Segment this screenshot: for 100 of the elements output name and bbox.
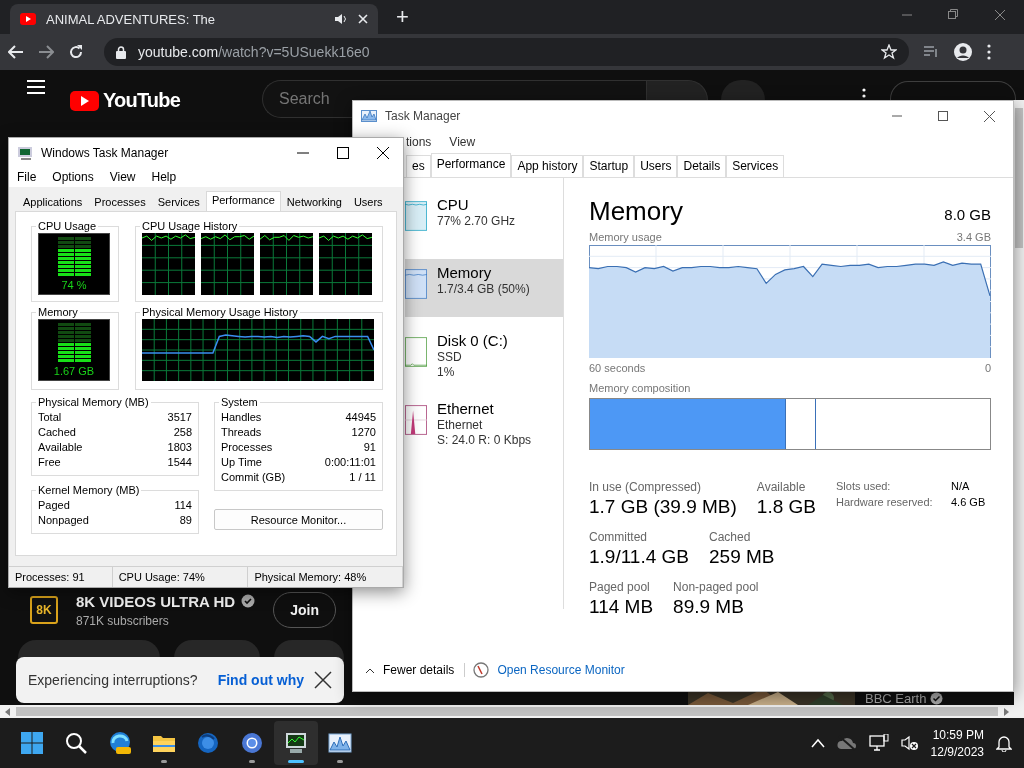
tab[interactable]: Performance: [430, 153, 512, 177]
group-title: Physical Memory Usage History: [141, 306, 299, 319]
scroll-right-icon[interactable]: [1002, 707, 1010, 716]
gauge-icon: [473, 662, 490, 678]
menu-icon[interactable]: [27, 80, 45, 94]
speaker-icon[interactable]: [334, 13, 348, 25]
stat-label: Cached: [709, 530, 752, 544]
tab[interactable]: Networking: [280, 193, 348, 211]
channel-avatar[interactable]: 8K: [30, 596, 58, 624]
more-menu-icon[interactable]: [987, 44, 991, 60]
resource-monitor-button[interactable]: Resource Monitor...: [214, 509, 383, 530]
stat-value: 91: [363, 440, 376, 453]
toast-message: Experiencing interruptions?: [28, 672, 198, 688]
horizontal-scrollbar[interactable]: [0, 705, 1024, 718]
resource-title: CPU: [437, 196, 470, 213]
tab[interactable]: Processes: [88, 193, 152, 211]
more-menu-icon[interactable]: [862, 88, 866, 100]
globe-icon[interactable]: [196, 731, 220, 755]
tab[interactable]: es: [406, 155, 431, 177]
windows-start-icon[interactable]: [20, 731, 44, 755]
scroll-left-icon[interactable]: [4, 707, 12, 716]
menu-item[interactable]: Help: [149, 170, 179, 184]
time-axis-label: 0: [984, 362, 991, 374]
resource-list-item[interactable]: Disk 0 (C:) SSD 1%: [405, 327, 563, 385]
clock-date[interactable]: 12/9/2023: [930, 744, 984, 759]
maximize-icon[interactable]: [337, 146, 349, 159]
browser-icon[interactable]: [108, 731, 132, 755]
fewer-details-button[interactable]: Fewer details: [365, 663, 466, 677]
back-arrow-icon[interactable]: [8, 45, 24, 59]
vertical-scrollbar[interactable]: [1014, 100, 1024, 705]
stat-label: Cached: [38, 425, 76, 438]
chevron-up-icon[interactable]: [810, 738, 825, 748]
status-text: CPU Usage: 74%: [112, 567, 249, 587]
group-title: CPU Usage History: [141, 220, 239, 233]
graph-window-icon[interactable]: [328, 731, 352, 755]
address-bar[interactable]: youtube.com/watch?v=5USuekk16e0: [104, 38, 909, 66]
youtube-favicon-icon: [20, 13, 36, 25]
tab[interactable]: Users: [347, 193, 389, 211]
cloud-off-icon[interactable]: [836, 735, 857, 751]
network-computer-icon[interactable]: [868, 734, 889, 752]
tab[interactable]: Startup: [583, 155, 635, 177]
tab[interactable]: Details: [677, 155, 727, 177]
stat-value: 1.8 GB: [756, 496, 816, 518]
close-button[interactable]: [314, 671, 332, 689]
close-icon[interactable]: [377, 146, 389, 159]
resource-list-item[interactable]: CPU 77% 2.70 GHz: [405, 191, 563, 249]
resource-list-item[interactable]: Memory 1.7/3.4 GB (50%): [405, 259, 563, 317]
new-tab-button[interactable]: +: [392, 4, 413, 30]
star-icon[interactable]: [881, 44, 897, 60]
tab[interactable]: Services: [151, 193, 206, 211]
tab[interactable]: Performance: [205, 191, 281, 211]
search-icon[interactable]: [64, 731, 88, 755]
channel-name[interactable]: 8K VIDEOS ULTRA HD: [76, 592, 236, 610]
window-title: Windows Task Manager: [41, 145, 170, 160]
stat-label: Available: [38, 440, 83, 453]
channel-name[interactable]: BBC Earth: [865, 691, 927, 705]
tab[interactable]: Services: [726, 155, 785, 177]
media-queue-icon[interactable]: [923, 45, 939, 59]
speaker-muted-icon[interactable]: [900, 735, 919, 751]
window-title: Task Manager: [385, 109, 462, 123]
search-field[interactable]: Search: [262, 80, 353, 118]
stat-label: Threads: [221, 425, 262, 438]
stat-label: Total: [38, 410, 62, 423]
menu-item[interactable]: tions: [406, 135, 432, 149]
forward-arrow-icon[interactable]: [38, 45, 54, 59]
bell-icon[interactable]: [996, 734, 1012, 752]
tab[interactable]: Applications: [17, 193, 89, 211]
browser-tab[interactable]: ANIMAL ADVENTURES: The: [10, 4, 378, 34]
youtube-logo[interactable]: YouTube: [103, 89, 180, 112]
monitor-graph-icon[interactable]: [284, 731, 308, 755]
stat-value: 114: [174, 498, 192, 511]
reload-icon[interactable]: [68, 44, 84, 60]
profile-icon[interactable]: [953, 42, 973, 62]
restore-icon[interactable]: [948, 9, 958, 21]
stat-value: 1.9/11.4 GB: [589, 546, 689, 568]
resource-detail: 1.7/3.4 GB (50%): [437, 282, 530, 296]
resource-title: Memory: [437, 264, 493, 281]
stat-label: Available: [756, 480, 807, 494]
menu-item[interactable]: Options: [50, 170, 96, 184]
stat-value: 44945: [345, 410, 376, 423]
tab[interactable]: App history: [511, 155, 584, 177]
open-resource-monitor-link[interactable]: Open Resource Monitor: [497, 663, 625, 677]
stat-value: 1803: [167, 440, 192, 453]
menu-item[interactable]: View: [107, 170, 138, 184]
close-icon[interactable]: [984, 110, 995, 122]
group-title: CPU Usage: [37, 220, 98, 233]
meter-reading: 74 %: [61, 279, 87, 292]
tab[interactable]: Users: [634, 155, 678, 177]
resource-list-item[interactable]: Ethernet Ethernet S: 24.0 R: 0 Kbps: [405, 395, 563, 453]
join-button[interactable]: Join: [273, 592, 336, 628]
stat-value: 3517: [167, 410, 192, 423]
find-out-why-link[interactable]: Find out why: [217, 672, 304, 688]
menu-item[interactable]: View: [449, 135, 476, 149]
menu-item[interactable]: File: [15, 170, 39, 184]
chrome-icon[interactable]: [240, 731, 264, 755]
stat-label: Paged pool: [589, 580, 651, 594]
group-title: Physical Memory (MB): [37, 396, 150, 409]
clock-time[interactable]: 10:59 PM: [932, 727, 984, 742]
stat-value: 1 / 11: [349, 470, 376, 483]
maximize-icon[interactable]: [938, 110, 948, 121]
